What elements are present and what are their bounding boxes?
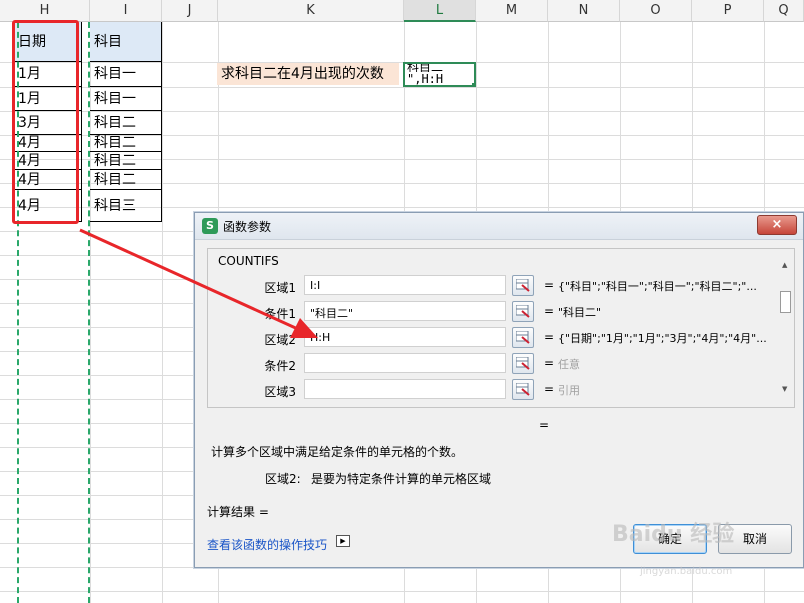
- active-cell-l3[interactable]: 科目二 ",H:H: [403, 62, 476, 87]
- arg-equals: =: [544, 278, 555, 292]
- arg-equals: =: [544, 304, 555, 318]
- column-header-p[interactable]: P: [692, 0, 764, 22]
- arg-label: 区域1: [264, 281, 296, 295]
- column-header-m[interactable]: M: [476, 0, 548, 22]
- arg-input-range1[interactable]: I:I: [304, 275, 506, 295]
- arg-result: "科目二": [558, 306, 602, 319]
- formula-result-equals: =: [539, 418, 550, 432]
- arg-label: 条件2: [264, 359, 296, 373]
- arg-input-range2[interactable]: H:H: [304, 327, 506, 347]
- arg-result: {"科目";"科目一";"科目一";"科目二";"...: [558, 280, 757, 293]
- function-name: COUNTIFS: [218, 254, 279, 268]
- column-header-h[interactable]: H: [0, 0, 90, 22]
- table-cell-subject[interactable]: 科目二: [90, 152, 162, 170]
- range-picker-button[interactable]: [512, 353, 534, 374]
- column-header-o[interactable]: O: [620, 0, 692, 22]
- range-picker-button[interactable]: [512, 379, 534, 400]
- table-cell-subject[interactable]: 科目二: [90, 170, 162, 190]
- arg-input-criteria1[interactable]: "科目二": [304, 301, 506, 321]
- column-header-q[interactable]: Q: [764, 0, 804, 22]
- arguments-group: COUNTIFS 区域1 I:I = {"科目";"科目一";"科目一";"科目…: [207, 248, 795, 408]
- arguments-scrollbar[interactable]: ▲ ▼: [779, 261, 792, 393]
- watermark-logo: Baidu 经验: [612, 522, 735, 547]
- function-description: 计算多个区域中满足给定条件的单元格的个数。: [211, 445, 464, 459]
- arg-description-label: 区域2:: [265, 472, 301, 486]
- arg-description-text: 是要为特定条件计算的单元格区域: [311, 472, 492, 486]
- range-picker-button[interactable]: [512, 327, 534, 348]
- arg-label: 条件1: [264, 307, 296, 321]
- gridline: [0, 591, 804, 592]
- dialog-title: 函数参数: [223, 220, 272, 234]
- range-select-icon: [516, 357, 530, 370]
- column-header-k[interactable]: K: [218, 0, 404, 22]
- scroll-down-icon[interactable]: ▼: [782, 385, 787, 393]
- active-cell-line1: 科目二: [407, 64, 444, 72]
- arg-equals: =: [544, 382, 555, 396]
- question-cell[interactable]: 求科目二在4月出现的次数: [217, 63, 399, 85]
- arg-label: 区域3: [264, 385, 296, 399]
- table-cell-subject[interactable]: 科目二: [90, 135, 162, 152]
- arg-row-range3: 区域3 = 引用: [208, 379, 778, 403]
- active-cell-line2: ",H:H: [407, 72, 444, 86]
- arg-row-range1: 区域1 I:I = {"科目";"科目一";"科目一";"科目二";"...: [208, 275, 778, 299]
- fill-handle[interactable]: [472, 83, 474, 85]
- range-picker-button[interactable]: [512, 301, 534, 322]
- arg-result: {"日期";"1月";"1月";"3月";"4月";"4月"...: [558, 332, 767, 345]
- arg-hint: 任意: [558, 358, 580, 371]
- table-cell-subject[interactable]: 科目一: [90, 62, 162, 87]
- scroll-thumb[interactable]: [780, 291, 791, 313]
- range-select-icon: [516, 305, 530, 318]
- range-select-icon: [516, 279, 530, 292]
- range-picker-button[interactable]: [512, 275, 534, 296]
- arg-equals: =: [544, 356, 555, 370]
- arg-equals: =: [544, 330, 555, 344]
- help-link[interactable]: 查看该函数的操作技巧: [207, 536, 327, 553]
- gridline: [162, 22, 163, 603]
- column-h-selection-right: [88, 22, 90, 603]
- column-header-i[interactable]: I: [90, 0, 162, 22]
- calculation-result: 计算结果 =: [207, 505, 269, 519]
- arg-row-range2: 区域2 H:H = {"日期";"1月";"1月";"3月";"4月";"4月"…: [208, 327, 778, 351]
- column-header-j[interactable]: J: [162, 0, 218, 22]
- highlight-box: [12, 20, 79, 224]
- arg-label: 区域2: [264, 333, 296, 347]
- arg-hint: 引用: [558, 384, 580, 397]
- column-header-l[interactable]: L: [404, 0, 476, 22]
- arg-row-criteria1: 条件1 "科目二" = "科目二": [208, 301, 778, 325]
- table-cell-subject[interactable]: 科目一: [90, 87, 162, 111]
- video-play-icon[interactable]: ▶: [336, 535, 350, 547]
- column-header-n[interactable]: N: [548, 0, 620, 22]
- arg-row-criteria2: 条件2 = 任意: [208, 353, 778, 377]
- close-button[interactable]: ×: [757, 215, 797, 235]
- arg-input-range3[interactable]: [304, 379, 506, 399]
- range-select-icon: [516, 331, 530, 344]
- arg-input-criteria2[interactable]: [304, 353, 506, 373]
- function-arguments-dialog: S 函数参数 × COUNTIFS 区域1 I:I = {"科目";"科目一";…: [194, 212, 804, 568]
- scroll-up-icon[interactable]: ▲: [782, 261, 787, 269]
- table-header-subject[interactable]: 科目: [90, 22, 162, 62]
- table-cell-subject[interactable]: 科目二: [90, 111, 162, 135]
- table-cell-subject[interactable]: 科目三: [90, 190, 162, 222]
- range-select-icon: [516, 383, 530, 396]
- watermark-url: jingyan.baidu.com: [640, 566, 733, 577]
- wps-spreadsheet-icon: S: [202, 218, 218, 234]
- dialog-titlebar[interactable]: S 函数参数 ×: [195, 213, 803, 240]
